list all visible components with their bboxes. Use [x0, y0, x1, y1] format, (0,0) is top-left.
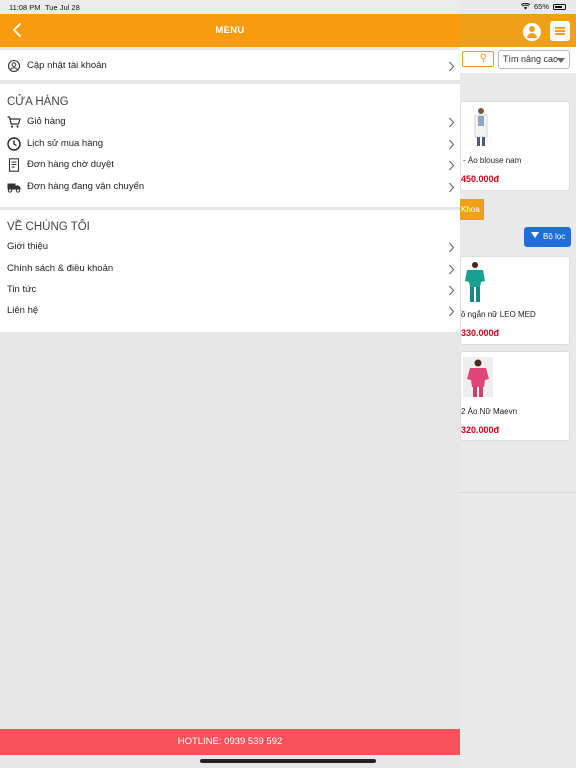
menu-item-label: Đơn hàng đang vận chuyển — [27, 181, 145, 192]
store-section-title: CỬA HÀNG — [7, 96, 69, 108]
hamburger-icon[interactable] — [550, 21, 570, 41]
menu-item-order-history[interactable]: Lịch sử mua hàng — [0, 134, 460, 155]
menu-item-label: Lịch sử mua hàng — [27, 138, 104, 149]
menu-item-label: Giới thiệu — [7, 241, 49, 252]
chevron-right-icon — [449, 285, 455, 296]
category-tag[interactable]: Khoa — [460, 199, 484, 220]
menu-header: MENU — [0, 14, 460, 47]
chevron-right-icon — [449, 306, 455, 317]
background-header — [460, 14, 576, 47]
cart-icon — [7, 116, 21, 128]
battery-percent: 65% — [533, 2, 549, 11]
background-app: ⚲ Tìm nâng cao - Áo blouse nam 450.000đ … — [460, 0, 576, 768]
search-icon[interactable]: ⚲ — [462, 51, 494, 67]
status-bar: 11:08 PM Tue Jul 28 65% — [0, 0, 576, 14]
about-section: VỀ CHÚNG TÔI Giới thiệu Chính sách & điề… — [0, 210, 460, 332]
advanced-search-select[interactable]: Tìm nâng cao — [498, 50, 570, 69]
menu-item-about[interactable]: Giới thiệu — [0, 237, 460, 258]
status-date: Tue Jul 28 — [45, 3, 80, 12]
product-price: 320.000đ — [461, 425, 500, 435]
menu-item-cart[interactable]: Giỏ hàng — [0, 112, 460, 133]
advanced-search-label: Tìm nâng cao — [503, 54, 559, 64]
home-indicator[interactable] — [200, 759, 376, 763]
product-card[interactable]: ồ ngắn nữ LEO MED 330.000đ — [460, 256, 570, 345]
side-menu-drawer: MENU Cập nhật tài khoản CỬA HÀNG Giỏ hàn… — [0, 14, 460, 768]
product-image — [474, 108, 488, 146]
product-price: 330.000đ — [461, 328, 500, 338]
menu-item-account-update[interactable]: Cập nhật tài khoản — [0, 56, 460, 77]
chevron-right-icon — [449, 242, 455, 253]
status-time: 11:08 PM — [9, 3, 41, 12]
user-circle-icon — [7, 59, 21, 73]
background-search-bar: ⚲ Tìm nâng cao — [460, 47, 576, 73]
chevron-right-icon — [449, 139, 455, 150]
product-name: 2 Áo Nữ Maevn — [461, 407, 518, 416]
product-image — [463, 357, 493, 397]
wifi-icon — [520, 3, 530, 10]
chevron-right-icon — [449, 264, 455, 275]
product-image — [465, 262, 485, 302]
product-card[interactable]: 2 Áo Nữ Maevn 320.000đ — [460, 351, 570, 441]
product-card[interactable]: - Áo blouse nam 450.000đ — [460, 101, 570, 191]
chevron-right-icon — [449, 182, 455, 193]
chevron-right-icon — [449, 117, 455, 128]
menu-item-label: Tin tức — [7, 284, 37, 295]
menu-item-label: Cập nhật tài khoản — [27, 60, 107, 71]
user-icon[interactable] — [523, 23, 541, 41]
menu-item-policy[interactable]: Chính sách & điều khoản — [0, 259, 460, 280]
product-name: ồ ngắn nữ LEO MED — [461, 310, 536, 319]
divider — [460, 492, 576, 493]
caret-down-icon — [557, 58, 565, 63]
store-section: CỬA HÀNG Giỏ hàng Lịch sử mua hàng Đơn h… — [0, 84, 460, 207]
menu-item-shipping-orders[interactable]: Đơn hàng đang vận chuyển — [0, 177, 460, 198]
chevron-right-icon — [449, 160, 455, 171]
menu-item-label: Liên hệ — [7, 305, 39, 316]
menu-item-pending-orders[interactable]: Đơn hàng chờ duyệt — [0, 155, 460, 176]
menu-item-label: Giỏ hàng — [27, 116, 66, 127]
product-price: 450.000đ — [461, 174, 500, 184]
menu-item-contact[interactable]: Liên hệ — [0, 301, 460, 322]
account-section: Cập nhật tài khoản — [0, 50, 460, 80]
hotline-button[interactable]: HOTLINE: 0939 539 592 — [0, 729, 460, 755]
chevron-right-icon — [449, 61, 455, 72]
history-clock-icon — [7, 137, 21, 151]
menu-title: MENU — [215, 25, 245, 36]
truck-icon — [7, 183, 21, 193]
battery-icon — [553, 3, 566, 10]
filter-button[interactable]: Bộ lọc — [524, 227, 571, 247]
menu-item-label: Chính sách & điều khoản — [7, 263, 114, 274]
menu-item-label: Đơn hàng chờ duyệt — [27, 159, 114, 170]
about-section-title: VỀ CHÚNG TÔI — [7, 221, 90, 233]
product-name: - Áo blouse nam — [463, 156, 522, 165]
document-icon — [8, 158, 20, 172]
menu-item-news[interactable]: Tin tức — [0, 280, 460, 301]
